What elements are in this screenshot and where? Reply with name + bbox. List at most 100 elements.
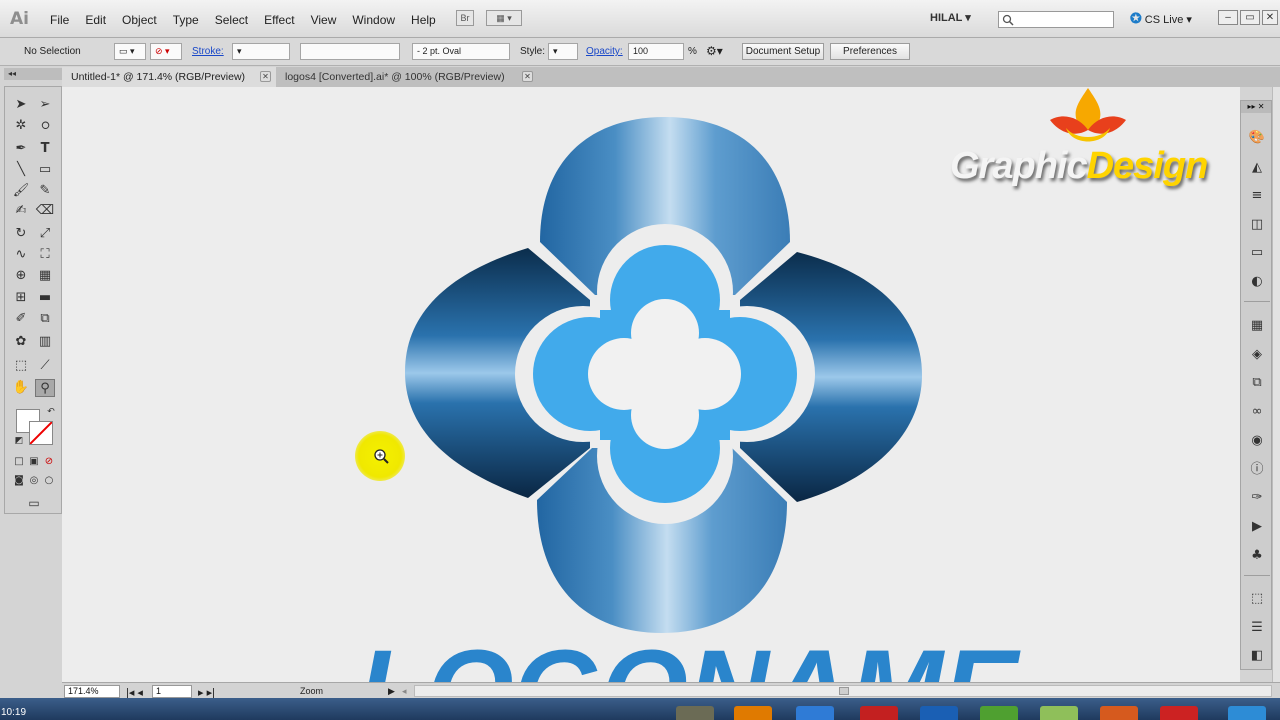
opacity-label[interactable]: Opacity: bbox=[586, 45, 623, 58]
menu-view[interactable]: View bbox=[303, 12, 345, 28]
horizontal-scrollbar[interactable] bbox=[414, 685, 1272, 697]
workspace-switcher[interactable]: HILAL ▾ bbox=[930, 11, 971, 24]
free-transform-tool-icon[interactable]: ⛶ bbox=[35, 246, 55, 264]
taskbar-app-notes[interactable] bbox=[1040, 706, 1078, 720]
rectangle-tool-icon[interactable]: ▭ bbox=[35, 161, 55, 179]
blob-brush-tool-icon[interactable]: ✍ bbox=[11, 202, 31, 220]
align-panel-icon[interactable]: ☰ bbox=[1248, 619, 1266, 637]
taskbar-app-opera[interactable] bbox=[1160, 706, 1198, 720]
links-panel-icon[interactable]: ∞ bbox=[1248, 403, 1266, 421]
warp-tool-icon[interactable]: ∿ bbox=[11, 246, 31, 264]
menu-edit[interactable]: Edit bbox=[77, 12, 114, 28]
actions-panel-icon[interactable]: ▶ bbox=[1248, 518, 1266, 536]
swatches-panel-icon[interactable]: ▦ bbox=[1248, 317, 1266, 335]
artboard-number-field[interactable]: 1 bbox=[152, 685, 192, 698]
arrange-documents-button[interactable]: ▦ ▾ bbox=[486, 10, 522, 26]
document-setup-button[interactable]: Document Setup bbox=[742, 43, 824, 60]
taskbar-app-photoshop[interactable] bbox=[920, 706, 958, 720]
pencil-tool-icon[interactable]: ✎ bbox=[35, 182, 55, 200]
type-tool-icon[interactable]: T bbox=[35, 140, 55, 158]
stroke-color-dropdown[interactable]: ⊘ ▾ bbox=[150, 43, 182, 60]
stroke-weight-field[interactable]: ▾ bbox=[232, 43, 290, 60]
shape-builder-tool-icon[interactable]: ⊕ bbox=[11, 267, 31, 285]
stroke-label[interactable]: Stroke: bbox=[192, 45, 224, 58]
swap-fill-stroke-icon[interactable]: ↶ bbox=[41, 403, 61, 421]
cs-live-button[interactable]: ✪ CS Live ▾ bbox=[1130, 10, 1192, 27]
close-tab-icon[interactable]: ✕ bbox=[260, 71, 271, 82]
zoom-tool-icon[interactable]: ⚲ bbox=[35, 379, 55, 397]
hand-tool-icon[interactable]: ✋ bbox=[11, 379, 31, 397]
menu-type[interactable]: Type bbox=[165, 12, 207, 28]
direct-selection-tool-icon[interactable]: ➢ bbox=[35, 96, 55, 114]
artboards-panel-icon[interactable]: ⧉ bbox=[1248, 374, 1266, 392]
magic-wand-tool-icon[interactable]: ✲ bbox=[11, 117, 31, 135]
menu-select[interactable]: Select bbox=[207, 12, 256, 28]
vertical-scrollbar[interactable] bbox=[1272, 87, 1280, 682]
line-tool-icon[interactable]: ╲ bbox=[11, 161, 31, 179]
appearance-panel-icon[interactable]: ◐ bbox=[1248, 273, 1266, 291]
panel-dock-header[interactable]: ▸▸ ✕ bbox=[1241, 101, 1271, 113]
taskbar-app-illustrator[interactable] bbox=[734, 706, 772, 720]
tab-logos4[interactable]: logos4 [Converted].ai* @ 100% (RGB/Previ… bbox=[276, 67, 538, 87]
taskbar-app-download[interactable] bbox=[796, 706, 834, 720]
menu-effect[interactable]: Effect bbox=[256, 12, 302, 28]
search-input[interactable] bbox=[998, 11, 1114, 28]
tools-panel-header[interactable]: ◂◂ bbox=[4, 68, 62, 80]
gradient-panel-icon[interactable]: ◫ bbox=[1248, 216, 1266, 234]
artboard-tool-icon[interactable]: ⬚ bbox=[11, 357, 31, 375]
taskbar-app-firefox[interactable] bbox=[1100, 706, 1138, 720]
minimize-button[interactable]: – bbox=[1218, 10, 1238, 25]
menu-help[interactable]: Help bbox=[403, 12, 444, 28]
opacity-field[interactable]: 100 bbox=[628, 43, 684, 60]
fill-color-dropdown[interactable]: ▭ ▾ bbox=[114, 43, 146, 60]
info-panel-icon[interactable]: ⓘ bbox=[1248, 461, 1266, 479]
menu-object[interactable]: Object bbox=[114, 12, 165, 28]
lasso-tool-icon[interactable]: ഠ bbox=[35, 117, 55, 135]
hscroll-left-arrow[interactable]: ◂ bbox=[402, 686, 407, 697]
tab-untitled[interactable]: Untitled-1* @ 171.4% (RGB/Preview) ✕ bbox=[62, 67, 276, 87]
preferences-button[interactable]: Preferences bbox=[830, 43, 910, 60]
graphic-style-dropdown[interactable]: ▾ bbox=[548, 43, 578, 60]
gradient-tool-icon[interactable]: ▬ bbox=[35, 289, 55, 307]
transparency-panel-icon[interactable]: ▭ bbox=[1248, 244, 1266, 262]
maximize-button[interactable]: ▭ bbox=[1240, 10, 1260, 25]
taskbar-app-dreamweaver[interactable] bbox=[980, 706, 1018, 720]
screen-mode-icon[interactable]: ▭ bbox=[24, 494, 44, 512]
recolor-artwork-icon[interactable]: ⚙▾ bbox=[706, 45, 723, 58]
menu-file[interactable]: File bbox=[42, 12, 77, 28]
taskbar-app-browser[interactable] bbox=[1228, 706, 1266, 720]
default-fill-stroke-icon[interactable]: ◩ bbox=[9, 432, 29, 450]
draw-inside-icon[interactable]: ○ bbox=[39, 472, 59, 490]
perspective-grid-tool-icon[interactable]: ▦ bbox=[35, 267, 55, 285]
transform-panel-icon[interactable]: ⬚ bbox=[1248, 590, 1266, 608]
navigator-panel-icon[interactable]: ◉ bbox=[1248, 432, 1266, 450]
status-menu-arrow[interactable]: ▶ bbox=[388, 686, 395, 697]
column-graph-tool-icon[interactable]: ▥ bbox=[35, 333, 55, 351]
stroke-panel-icon[interactable]: ≡ bbox=[1248, 187, 1266, 205]
brushes-panel-icon[interactable]: ✑ bbox=[1248, 489, 1266, 507]
selection-tool-icon[interactable]: ➤ bbox=[11, 96, 31, 114]
none-mode-icon[interactable]: ⊘ bbox=[39, 453, 59, 471]
pathfinder-panel-icon[interactable]: ◧ bbox=[1248, 647, 1266, 665]
blend-tool-icon[interactable]: ⧉ bbox=[35, 310, 55, 328]
eyedropper-tool-icon[interactable]: ✐ bbox=[11, 310, 31, 328]
slice-tool-icon[interactable]: ⟋ bbox=[35, 357, 55, 375]
pen-tool-icon[interactable]: ✒ bbox=[11, 140, 31, 158]
menu-window[interactable]: Window bbox=[344, 12, 403, 28]
close-window-button[interactable]: ✕ bbox=[1262, 10, 1278, 25]
eraser-tool-icon[interactable]: ⌫ bbox=[35, 202, 55, 220]
layers-panel-icon[interactable]: ◈ bbox=[1248, 346, 1266, 364]
variable-width-dropdown[interactable] bbox=[300, 43, 400, 60]
brush-definition-dropdown[interactable]: - 2 pt. Oval bbox=[412, 43, 510, 60]
bridge-button[interactable]: Br bbox=[456, 10, 474, 26]
rotate-tool-icon[interactable]: ↻ bbox=[11, 225, 31, 243]
symbol-sprayer-tool-icon[interactable]: ✿ bbox=[11, 333, 31, 351]
taskbar-app-flash[interactable] bbox=[860, 706, 898, 720]
color-guide-panel-icon[interactable]: ◭ bbox=[1248, 159, 1266, 177]
scale-tool-icon[interactable]: ⤢ bbox=[35, 225, 55, 243]
taskbar-app-explorer[interactable] bbox=[676, 706, 714, 720]
stroke-swatch[interactable] bbox=[29, 421, 53, 445]
color-panel-icon[interactable]: 🎨 bbox=[1248, 129, 1266, 147]
zoom-level-field[interactable]: 171.4% bbox=[64, 685, 120, 698]
mesh-tool-icon[interactable]: ⊞ bbox=[11, 289, 31, 307]
